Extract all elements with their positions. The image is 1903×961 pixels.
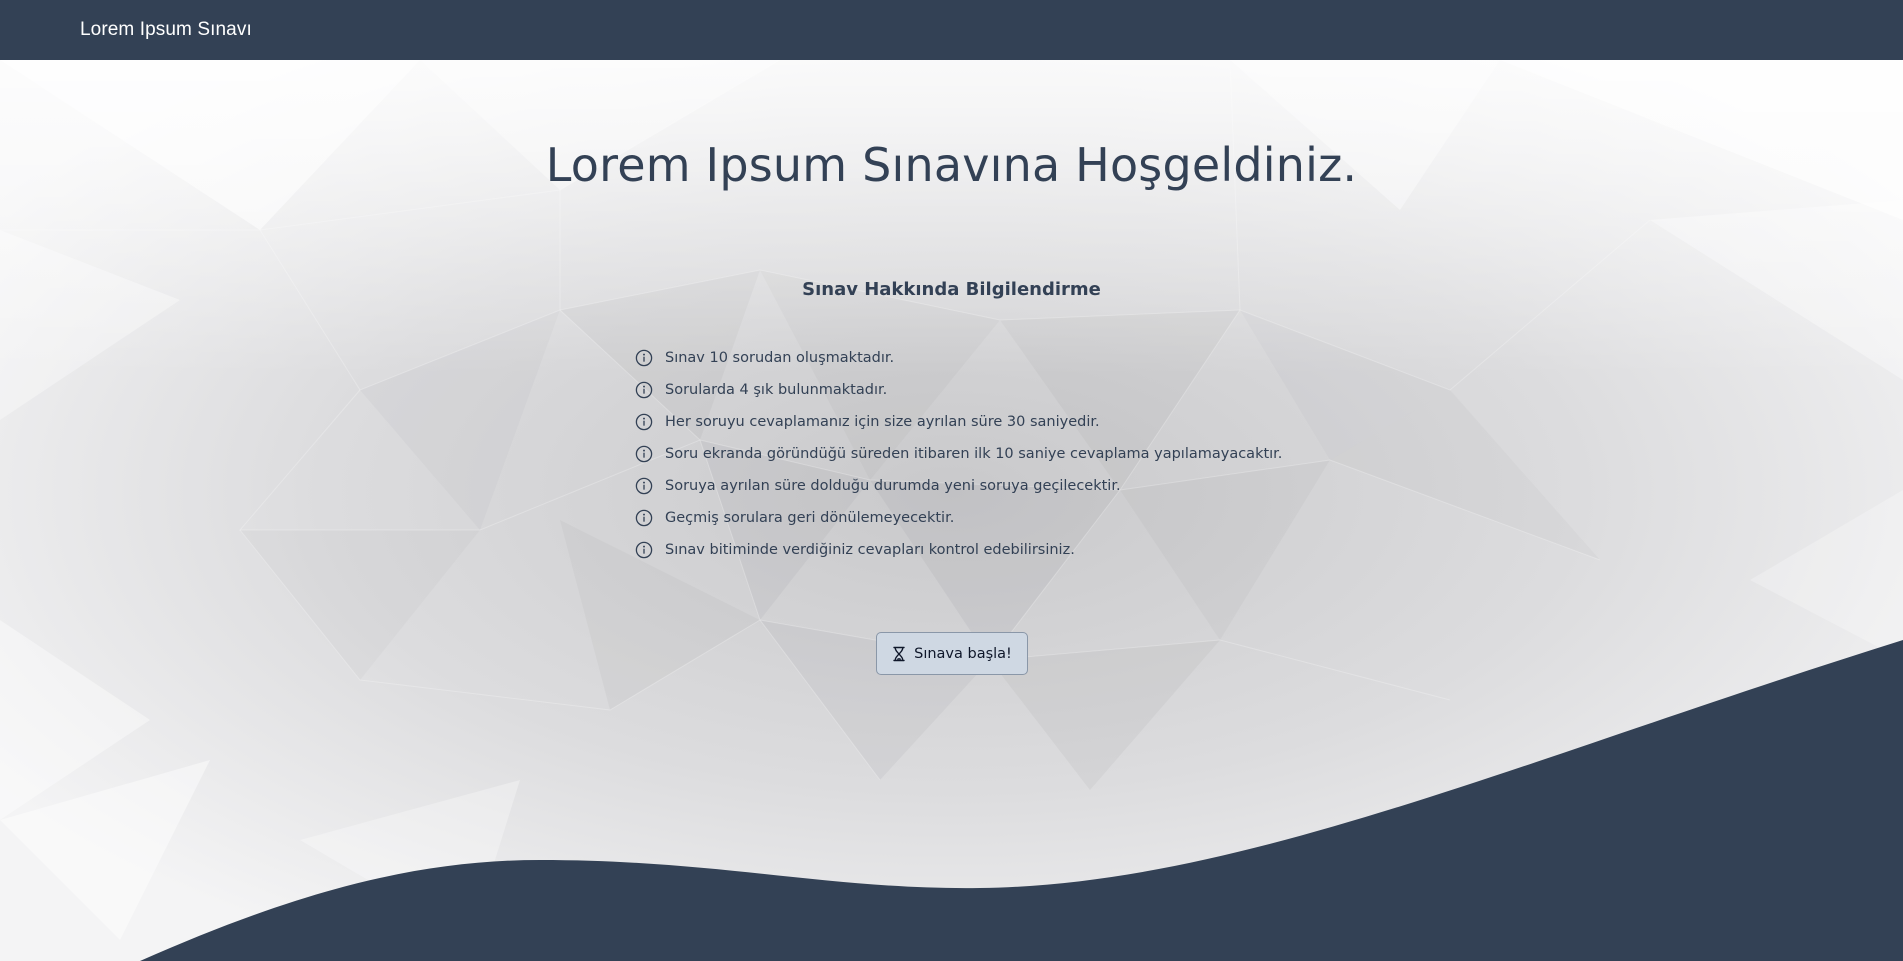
info-item-text: Sınav 10 sorudan oluşmaktadır. bbox=[665, 350, 895, 366]
list-item: Sınav 10 sorudan oluşmaktadır. bbox=[635, 342, 1282, 374]
list-item: Geçmiş sorulara geri dönülemeyecektir. bbox=[635, 502, 1282, 534]
info-circle-icon bbox=[635, 477, 653, 495]
info-item-text: Geçmiş sorulara geri dönülemeyecektir. bbox=[665, 510, 955, 526]
main-stage: Lorem Ipsum Sınavına Hoşgeldiniz. Sınav … bbox=[0, 60, 1903, 961]
list-item: Sınav bitiminde verdiğiniz cevapları kon… bbox=[635, 534, 1282, 566]
info-circle-icon bbox=[635, 381, 653, 399]
info-circle-icon bbox=[635, 445, 653, 463]
list-item: Soruya ayrılan süre dolduğu durumda yeni… bbox=[635, 470, 1282, 502]
info-item-text: Her soruyu cevaplamanız için size ayrıla… bbox=[665, 414, 1100, 430]
info-circle-icon bbox=[635, 509, 653, 527]
info-heading: Sınav Hakkında Bilgilendirme bbox=[802, 279, 1101, 300]
navbar: Lorem Ipsum Sınavı bbox=[0, 0, 1903, 60]
list-item: Sorularda 4 şık bulunmaktadır. bbox=[635, 374, 1282, 406]
start-exam-label: Sınava başla! bbox=[914, 645, 1012, 662]
brand-link[interactable]: Lorem Ipsum Sınavı bbox=[80, 19, 252, 41]
info-circle-icon bbox=[635, 349, 653, 367]
start-exam-button[interactable]: Sınava başla! bbox=[876, 632, 1028, 675]
info-item-text: Soru ekranda göründüğü süreden itibaren … bbox=[665, 446, 1283, 462]
info-circle-icon bbox=[635, 541, 653, 559]
intro-content: Lorem Ipsum Sınavına Hoşgeldiniz. Sınav … bbox=[0, 60, 1903, 961]
info-circle-icon bbox=[635, 413, 653, 431]
list-item: Her soruyu cevaplamanız için size ayrıla… bbox=[635, 406, 1282, 438]
info-item-text: Sorularda 4 şık bulunmaktadır. bbox=[665, 382, 888, 398]
info-item-text: Soruya ayrılan süre dolduğu durumda yeni… bbox=[665, 478, 1121, 494]
page-title: Lorem Ipsum Sınavına Hoşgeldiniz. bbox=[545, 138, 1358, 192]
info-item-text: Sınav bitiminde verdiğiniz cevapları kon… bbox=[665, 542, 1075, 558]
hourglass-icon bbox=[892, 646, 906, 662]
list-item: Soru ekranda göründüğü süreden itibaren … bbox=[635, 438, 1282, 470]
info-list: Sınav 10 sorudan oluşmaktadır. Sorularda… bbox=[635, 342, 1282, 566]
